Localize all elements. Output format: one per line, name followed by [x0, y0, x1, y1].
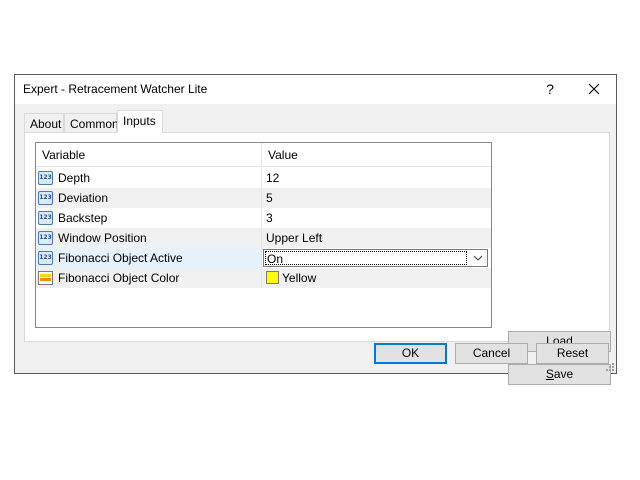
dialog-title: Expert - Retracement Watcher Lite [23, 82, 208, 96]
variable-name: Deviation [58, 191, 109, 205]
value-cell[interactable]: Yellow [262, 268, 491, 288]
table-row[interactable]: 123 Window Position Upper Left [36, 228, 491, 248]
variable-cell: 123 Window Position [36, 228, 262, 248]
variable-name: Fibonacci Object Color [58, 271, 180, 285]
inputs-panel: Variable Value 123 Depth 12 123 Deviatio… [24, 132, 611, 385]
table-row[interactable]: 123 Depth 12 [36, 168, 491, 188]
ok-button[interactable]: OK [374, 343, 447, 364]
close-button[interactable] [572, 75, 616, 104]
resize-grip-icon[interactable] [605, 362, 615, 372]
value-dropdown[interactable]: On [263, 249, 488, 267]
variable-name: Window Position [58, 231, 147, 245]
table-row[interactable]: Fibonacci Object Color Yellow [36, 268, 491, 288]
number-type-icon: 123 [38, 251, 53, 265]
tab-inputs[interactable]: Inputs [117, 110, 163, 133]
color-swatch [266, 271, 279, 284]
variable-name: Depth [58, 171, 91, 185]
table-row-selected[interactable]: 123 Fibonacci Object Active On [36, 248, 491, 268]
cancel-button[interactable]: Cancel [455, 343, 528, 364]
value-cell[interactable]: 5 [262, 188, 491, 208]
variable-cell: 123 Fibonacci Object Active [36, 248, 262, 268]
tab-about[interactable]: About [24, 113, 64, 133]
grid-header: Variable Value [36, 143, 491, 168]
number-type-icon: 123 [38, 211, 53, 225]
variable-cell: 123 Deviation [36, 188, 262, 208]
variable-cell: 123 Backstep [36, 208, 262, 228]
column-header-variable[interactable]: Variable [36, 143, 262, 167]
expert-properties-dialog: Expert - Retracement Watcher Lite ? Abou… [14, 74, 617, 385]
variable-name: Fibonacci Object Active [58, 251, 183, 265]
variable-cell: 123 Depth [36, 168, 262, 188]
value-cell[interactable]: 12 [262, 168, 491, 188]
save-button[interactable]: Save [508, 364, 611, 385]
chevron-down-icon[interactable] [469, 250, 487, 266]
dropdown-selected-value: On [265, 251, 467, 266]
value-cell[interactable]: Upper Left [262, 228, 491, 248]
inputs-grid: Variable Value 123 Depth 12 123 Deviatio… [35, 142, 492, 328]
value-cell[interactable]: 3 [262, 208, 491, 228]
close-icon [588, 83, 600, 95]
table-row[interactable]: 123 Backstep 3 [36, 208, 491, 228]
value-cell: On [262, 248, 491, 268]
number-type-icon: 123 [38, 171, 53, 185]
table-row[interactable]: 123 Deviation 5 [36, 188, 491, 208]
number-type-icon: 123 [38, 231, 53, 245]
column-header-value[interactable]: Value [262, 143, 491, 167]
color-name: Yellow [282, 271, 317, 285]
reset-button[interactable]: Reset [536, 343, 609, 364]
color-type-icon [38, 271, 53, 285]
tab-common[interactable]: Common [64, 113, 119, 133]
number-type-icon: 123 [38, 191, 53, 205]
title-bar[interactable]: Expert - Retracement Watcher Lite ? [15, 75, 616, 104]
variable-cell: Fibonacci Object Color [36, 268, 262, 288]
variable-name: Backstep [58, 211, 108, 225]
help-button[interactable]: ? [528, 75, 572, 104]
